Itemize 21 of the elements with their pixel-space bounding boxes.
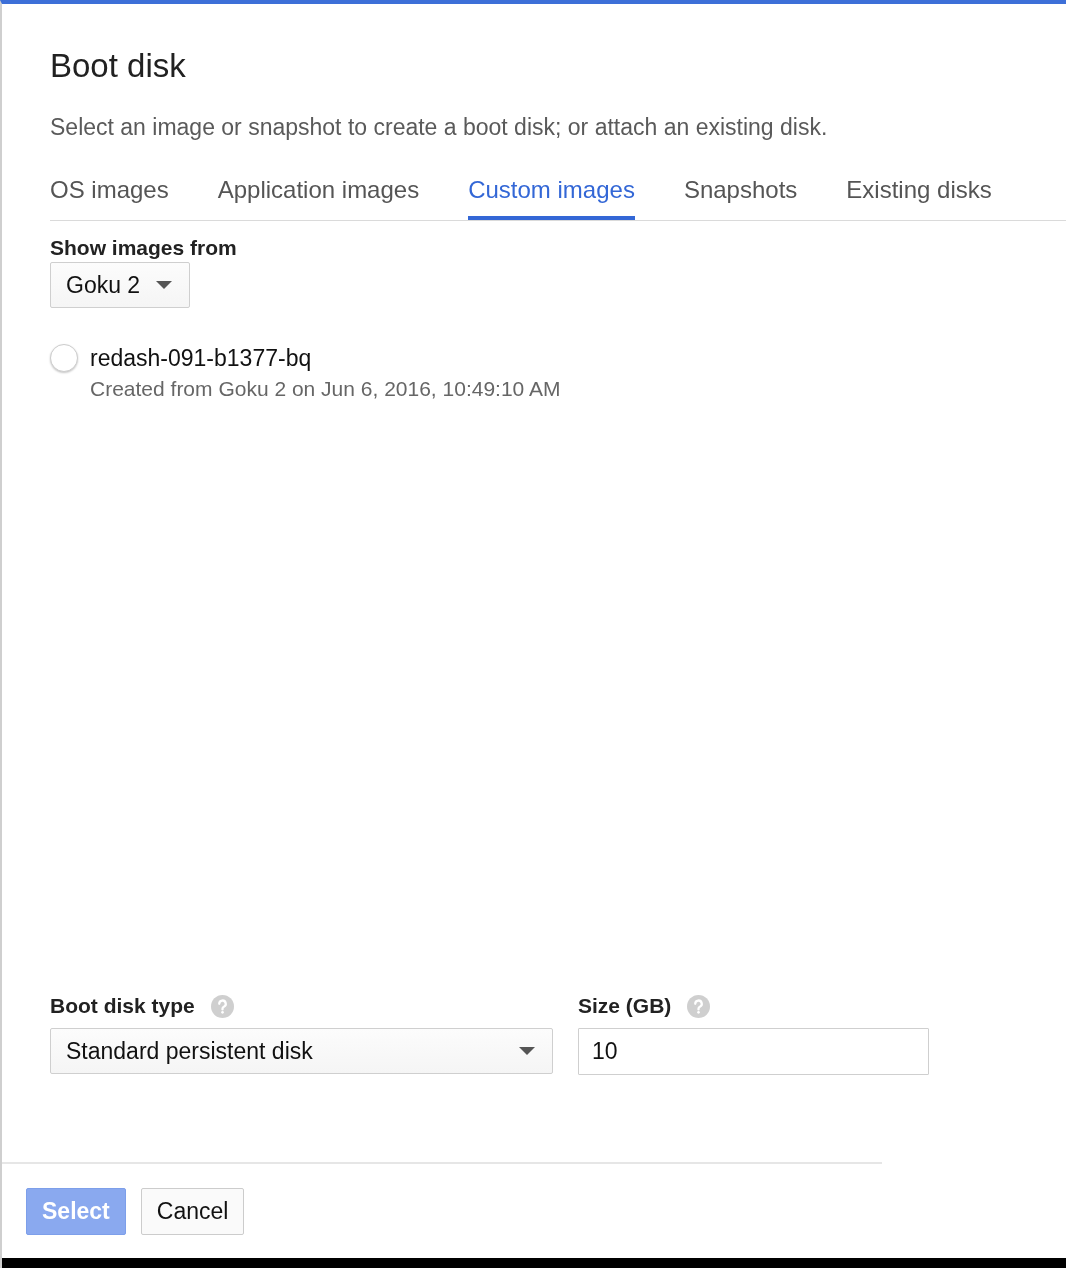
field-label: Show images from bbox=[50, 236, 237, 260]
disk-type-select[interactable]: Standard persistent disk bbox=[50, 1028, 553, 1074]
radio-button[interactable] bbox=[50, 344, 78, 372]
caret-icon bbox=[156, 281, 173, 289]
size-input[interactable]: 10 bbox=[578, 1028, 929, 1075]
tab[interactable]: Snapshots bbox=[683, 162, 798, 220]
dialog-description: Select an image or snapshot to create a boot disk; or attach an existing disk. bbox=[50, 114, 829, 140]
image-details: Created from Goku 2 on Jun 6, 2016, 10:49:10 AM bbox=[90, 377, 561, 401]
caret-icon bbox=[519, 1047, 535, 1055]
tab[interactable]: Custom images bbox=[468, 162, 635, 220]
tab[interactable]: Existing disks bbox=[846, 162, 992, 220]
cancel-button[interactable]: Cancel bbox=[140, 1188, 245, 1235]
tab[interactable]: OS images bbox=[50, 162, 169, 220]
project-dropdown[interactable]: Goku 2 bbox=[50, 262, 191, 308]
field-label: Size (GB) bbox=[578, 994, 672, 1018]
help-icon[interactable] bbox=[210, 994, 234, 1018]
dialog-title: Boot disk bbox=[50, 48, 187, 84]
help-icon[interactable] bbox=[687, 994, 711, 1018]
field-label: Boot disk type bbox=[50, 994, 195, 1018]
image-name: redash-091-b1377-bq bbox=[90, 344, 313, 373]
tab[interactable]: Application images bbox=[217, 162, 420, 220]
